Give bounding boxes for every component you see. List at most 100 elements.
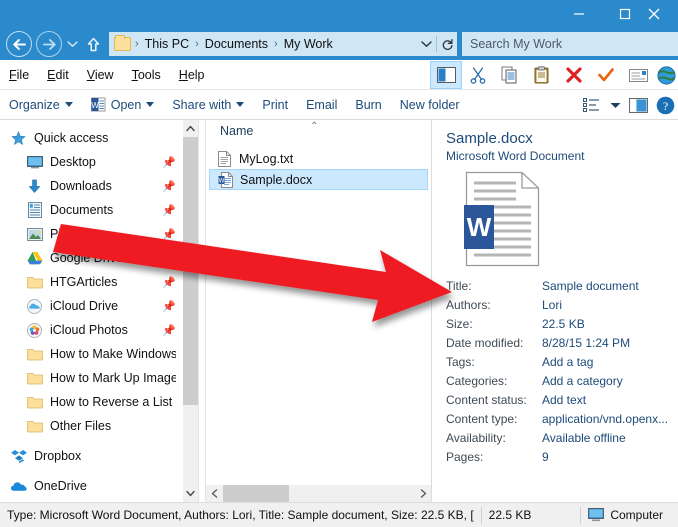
preview-pane-icon[interactable] bbox=[430, 61, 462, 89]
breadcrumb-my-work[interactable]: My Work bbox=[282, 37, 335, 51]
sidebar-item-htgarticles[interactable]: HTGArticles 📌 bbox=[0, 270, 198, 294]
pin-icon[interactable]: 📌 bbox=[158, 180, 176, 193]
up-one-level-button[interactable] bbox=[82, 36, 104, 53]
sidebar-item-dropbox[interactable]: Dropbox bbox=[0, 444, 198, 468]
file-name: MyLog.txt bbox=[239, 151, 294, 166]
navigation-scrollbar-thumb[interactable] bbox=[183, 137, 198, 405]
sidebar-item-downloads[interactable]: Downloads 📌 bbox=[0, 174, 198, 198]
breadcrumb-this-pc[interactable]: This PC bbox=[143, 37, 191, 51]
table-row[interactable]: W Sample.docx bbox=[209, 169, 428, 190]
navigation-scrollbar-track[interactable] bbox=[183, 137, 198, 485]
pin-icon[interactable]: 📌 bbox=[158, 228, 176, 241]
sidebar-item-how-to-mark-up-image-at[interactable]: How to Mark Up Image At bbox=[0, 366, 198, 390]
menu-help-label: elp bbox=[187, 67, 205, 82]
property-key: Content status: bbox=[446, 393, 527, 407]
new-folder-button[interactable]: New folder bbox=[391, 90, 469, 120]
property-value-tags[interactable]: Add a tag bbox=[542, 353, 668, 371]
navigation-pane: Quick access Desktop 📌 Downloads 📌 Docum… bbox=[0, 120, 198, 502]
sidebar-item-quick-access[interactable]: Quick access bbox=[0, 126, 198, 150]
property-value-title[interactable]: Sample document bbox=[542, 277, 668, 295]
refresh-icon[interactable] bbox=[437, 32, 457, 56]
delete-icon[interactable] bbox=[558, 61, 590, 89]
maximize-button[interactable] bbox=[602, 0, 648, 28]
rename-icon[interactable] bbox=[622, 61, 654, 89]
documents-icon bbox=[26, 202, 43, 218]
menu-file[interactable]: File bbox=[0, 60, 38, 90]
property-value-availability: Available offline bbox=[542, 431, 626, 445]
property-key: Title: bbox=[446, 279, 472, 293]
computer-icon bbox=[588, 508, 605, 522]
view-dropdown-caret[interactable] bbox=[606, 91, 624, 119]
forward-button[interactable] bbox=[36, 31, 62, 57]
view-mode-icon[interactable] bbox=[576, 91, 606, 119]
menu-help[interactable]: Help bbox=[170, 60, 214, 90]
cut-icon[interactable] bbox=[462, 61, 494, 89]
organize-button[interactable]: Organize bbox=[0, 90, 82, 120]
paste-icon[interactable] bbox=[526, 61, 558, 89]
navigation-scroll-up-button[interactable] bbox=[183, 120, 198, 137]
property-value-authors[interactable]: Lori bbox=[542, 296, 668, 314]
sidebar-item-label: Other Files bbox=[50, 419, 112, 433]
file-list-horizontal-scrollbar[interactable] bbox=[206, 485, 431, 502]
status-info: Type: Microsoft Word Document, Authors: … bbox=[7, 508, 474, 522]
sidebar-item-how-to-make-windows-10[interactable]: How to Make Windows 10 bbox=[0, 342, 198, 366]
address-chevron-down-icon[interactable] bbox=[416, 32, 436, 56]
menu-edit-label: dit bbox=[55, 67, 69, 82]
chevron-down-icon bbox=[236, 102, 245, 107]
close-button[interactable] bbox=[648, 0, 678, 28]
recent-locations-chevron-down-icon[interactable] bbox=[64, 40, 80, 48]
property-key: Availability: bbox=[446, 431, 506, 445]
globe-icon[interactable] bbox=[654, 61, 678, 89]
breadcrumb-separator-2: › bbox=[274, 38, 278, 50]
table-row[interactable]: MyLog.txt bbox=[209, 148, 428, 169]
sidebar-item-other-files[interactable]: Other Files bbox=[0, 414, 198, 438]
sidebar-item-desktop[interactable]: Desktop 📌 bbox=[0, 150, 198, 174]
svg-text:W: W bbox=[219, 178, 225, 184]
minimize-button[interactable] bbox=[556, 0, 602, 28]
sidebar-item-google-drive[interactable]: Google Drive 📌 bbox=[0, 246, 198, 270]
sidebar-item-icloud-drive[interactable]: iCloud Drive 📌 bbox=[0, 294, 198, 318]
scrollbar-thumb[interactable] bbox=[223, 485, 289, 502]
property-value-content-status[interactable]: Add text bbox=[542, 391, 668, 409]
pin-icon[interactable]: 📌 bbox=[158, 156, 176, 169]
sidebar-item-how-to-reverse-a-list-in-m[interactable]: How to Reverse a List in M bbox=[0, 390, 198, 414]
pin-icon[interactable]: 📌 bbox=[158, 276, 176, 289]
pin-icon[interactable]: 📌 bbox=[158, 252, 176, 265]
breadcrumb-documents[interactable]: Documents bbox=[203, 37, 270, 51]
scrollbar-track[interactable] bbox=[223, 485, 415, 502]
pin-icon[interactable]: 📌 bbox=[158, 300, 176, 313]
menu-edit[interactable]: Edit bbox=[38, 60, 78, 90]
print-button[interactable]: Print bbox=[253, 90, 297, 120]
navigation-scroll-down-button[interactable] bbox=[183, 485, 198, 502]
pin-icon[interactable]: 📌 bbox=[158, 204, 176, 217]
check-icon[interactable] bbox=[590, 61, 622, 89]
email-button[interactable]: Email bbox=[297, 90, 346, 120]
organize-label: Organize bbox=[9, 97, 60, 112]
menu-tools[interactable]: Tools bbox=[123, 60, 170, 90]
sidebar-item-label: How to Make Windows 10 bbox=[50, 347, 176, 361]
sidebar-item-label: HTGArticles bbox=[50, 275, 118, 289]
address-path-field[interactable]: › This PC › Documents › My Work bbox=[109, 32, 457, 56]
property-value-categories[interactable]: Add a category bbox=[542, 372, 668, 390]
sort-ascending-icon: ⌃ bbox=[310, 121, 319, 132]
pane-splitter[interactable] bbox=[198, 120, 206, 502]
sidebar-item-documents[interactable]: Documents 📌 bbox=[0, 198, 198, 222]
pin-icon[interactable]: 📌 bbox=[158, 324, 176, 337]
sidebar-item-onedrive[interactable]: OneDrive bbox=[0, 474, 198, 498]
open-button[interactable]: W Open bbox=[82, 90, 164, 120]
scroll-left-button[interactable] bbox=[206, 485, 223, 502]
sidebar-item-icloud-photos[interactable]: iCloud Photos 📌 bbox=[0, 318, 198, 342]
sidebar-item-pictures[interactable]: Pictures 📌 bbox=[0, 222, 198, 246]
title-bar bbox=[0, 0, 678, 28]
share-with-button[interactable]: Share with bbox=[163, 90, 253, 120]
burn-button[interactable]: Burn bbox=[346, 90, 390, 120]
help-icon[interactable]: ? bbox=[652, 91, 678, 119]
copy-icon[interactable] bbox=[494, 61, 526, 89]
menu-view[interactable]: View bbox=[78, 60, 123, 90]
preview-pane-toggle-icon[interactable] bbox=[624, 91, 652, 119]
search-input[interactable]: Search My Work bbox=[462, 32, 678, 56]
scroll-right-button[interactable] bbox=[415, 485, 431, 502]
status-bar: Type: Microsoft Word Document, Authors: … bbox=[0, 502, 678, 527]
column-header-name[interactable]: Name ⌃ bbox=[206, 120, 431, 142]
back-button[interactable] bbox=[6, 31, 32, 57]
